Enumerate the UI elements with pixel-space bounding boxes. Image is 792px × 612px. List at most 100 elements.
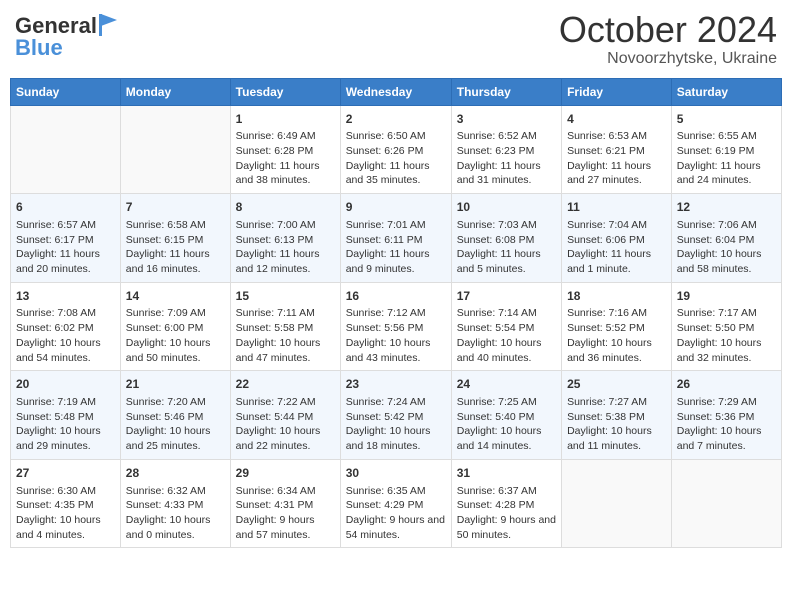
daylight-text: Daylight: 10 hours and 25 minutes. — [126, 424, 225, 453]
sunset-text: Sunset: 6:13 PM — [236, 233, 335, 248]
day-number: 11 — [567, 199, 666, 216]
sunset-text: Sunset: 4:28 PM — [457, 498, 556, 513]
sunrise-text: Sunrise: 7:08 AM — [16, 306, 115, 321]
sunrise-text: Sunrise: 6:53 AM — [567, 129, 666, 144]
day-number: 28 — [126, 465, 225, 482]
day-cell: 18Sunrise: 7:16 AMSunset: 5:52 PMDayligh… — [562, 282, 672, 371]
header-thursday: Thursday — [451, 78, 561, 105]
day-number: 14 — [126, 288, 225, 305]
sunset-text: Sunset: 6:08 PM — [457, 233, 556, 248]
daylight-text: Daylight: 11 hours and 27 minutes. — [567, 159, 666, 188]
day-cell: 13Sunrise: 7:08 AMSunset: 6:02 PMDayligh… — [11, 282, 121, 371]
day-number: 19 — [677, 288, 776, 305]
sunset-text: Sunset: 4:35 PM — [16, 498, 115, 513]
day-cell: 20Sunrise: 7:19 AMSunset: 5:48 PMDayligh… — [11, 371, 121, 460]
day-number: 17 — [457, 288, 556, 305]
day-cell: 4Sunrise: 6:53 AMSunset: 6:21 PMDaylight… — [562, 105, 672, 194]
daylight-text: Daylight: 11 hours and 24 minutes. — [677, 159, 776, 188]
day-number: 5 — [677, 111, 776, 128]
daylight-text: Daylight: 11 hours and 5 minutes. — [457, 247, 556, 276]
sunset-text: Sunset: 5:44 PM — [236, 410, 335, 425]
title-area: October 2024 Novoorzhytske, Ukraine — [559, 10, 777, 68]
daylight-text: Daylight: 10 hours and 14 minutes. — [457, 424, 556, 453]
day-number: 26 — [677, 376, 776, 393]
sunset-text: Sunset: 4:29 PM — [346, 498, 446, 513]
daylight-text: Daylight: 11 hours and 9 minutes. — [346, 247, 446, 276]
week-row-4: 20Sunrise: 7:19 AMSunset: 5:48 PMDayligh… — [11, 371, 782, 460]
sunset-text: Sunset: 5:40 PM — [457, 410, 556, 425]
daylight-text: Daylight: 11 hours and 1 minute. — [567, 247, 666, 276]
daylight-text: Daylight: 9 hours and 50 minutes. — [457, 513, 556, 542]
day-cell: 24Sunrise: 7:25 AMSunset: 5:40 PMDayligh… — [451, 371, 561, 460]
day-cell: 16Sunrise: 7:12 AMSunset: 5:56 PMDayligh… — [340, 282, 451, 371]
sunrise-text: Sunrise: 7:29 AM — [677, 395, 776, 410]
day-cell: 14Sunrise: 7:09 AMSunset: 6:00 PMDayligh… — [120, 282, 230, 371]
day-number: 20 — [16, 376, 115, 393]
sunset-text: Sunset: 5:54 PM — [457, 321, 556, 336]
header-row: SundayMondayTuesdayWednesdayThursdayFrid… — [11, 78, 782, 105]
sunrise-text: Sunrise: 7:20 AM — [126, 395, 225, 410]
sunrise-text: Sunrise: 7:00 AM — [236, 218, 335, 233]
day-cell: 27Sunrise: 6:30 AMSunset: 4:35 PMDayligh… — [11, 459, 121, 548]
day-number: 10 — [457, 199, 556, 216]
day-number: 27 — [16, 465, 115, 482]
sunrise-text: Sunrise: 6:37 AM — [457, 484, 556, 499]
day-cell: 12Sunrise: 7:06 AMSunset: 6:04 PMDayligh… — [671, 194, 781, 283]
day-number: 3 — [457, 111, 556, 128]
sunset-text: Sunset: 5:46 PM — [126, 410, 225, 425]
day-cell: 29Sunrise: 6:34 AMSunset: 4:31 PMDayligh… — [230, 459, 340, 548]
sunset-text: Sunset: 5:50 PM — [677, 321, 776, 336]
sunset-text: Sunset: 4:31 PM — [236, 498, 335, 513]
day-number: 8 — [236, 199, 335, 216]
week-row-1: 1Sunrise: 6:49 AMSunset: 6:28 PMDaylight… — [11, 105, 782, 194]
sunrise-text: Sunrise: 7:27 AM — [567, 395, 666, 410]
sunrise-text: Sunrise: 7:19 AM — [16, 395, 115, 410]
logo: General Blue — [15, 15, 117, 60]
day-cell: 23Sunrise: 7:24 AMSunset: 5:42 PMDayligh… — [340, 371, 451, 460]
sunrise-text: Sunrise: 7:04 AM — [567, 218, 666, 233]
day-cell: 3Sunrise: 6:52 AMSunset: 6:23 PMDaylight… — [451, 105, 561, 194]
header-wednesday: Wednesday — [340, 78, 451, 105]
daylight-text: Daylight: 11 hours and 16 minutes. — [126, 247, 225, 276]
week-row-5: 27Sunrise: 6:30 AMSunset: 4:35 PMDayligh… — [11, 459, 782, 548]
daylight-text: Daylight: 10 hours and 58 minutes. — [677, 247, 776, 276]
sunset-text: Sunset: 5:38 PM — [567, 410, 666, 425]
sunset-text: Sunset: 6:15 PM — [126, 233, 225, 248]
day-number: 4 — [567, 111, 666, 128]
header-monday: Monday — [120, 78, 230, 105]
sunrise-text: Sunrise: 6:57 AM — [16, 218, 115, 233]
sunrise-text: Sunrise: 6:50 AM — [346, 129, 446, 144]
sunrise-text: Sunrise: 7:25 AM — [457, 395, 556, 410]
logo-flag-icon — [99, 14, 117, 36]
day-number: 16 — [346, 288, 446, 305]
sunrise-text: Sunrise: 6:35 AM — [346, 484, 446, 499]
daylight-text: Daylight: 10 hours and 50 minutes. — [126, 336, 225, 365]
daylight-text: Daylight: 11 hours and 12 minutes. — [236, 247, 335, 276]
day-cell: 26Sunrise: 7:29 AMSunset: 5:36 PMDayligh… — [671, 371, 781, 460]
location: Novoorzhytske, Ukraine — [559, 50, 777, 68]
daylight-text: Daylight: 11 hours and 31 minutes. — [457, 159, 556, 188]
sunset-text: Sunset: 6:26 PM — [346, 144, 446, 159]
header-friday: Friday — [562, 78, 672, 105]
sunset-text: Sunset: 5:58 PM — [236, 321, 335, 336]
day-number: 2 — [346, 111, 446, 128]
sunrise-text: Sunrise: 7:16 AM — [567, 306, 666, 321]
sunrise-text: Sunrise: 7:09 AM — [126, 306, 225, 321]
day-cell: 1Sunrise: 6:49 AMSunset: 6:28 PMDaylight… — [230, 105, 340, 194]
logo-text-blue: Blue — [15, 35, 63, 60]
day-cell: 17Sunrise: 7:14 AMSunset: 5:54 PMDayligh… — [451, 282, 561, 371]
day-cell — [120, 105, 230, 194]
header-tuesday: Tuesday — [230, 78, 340, 105]
daylight-text: Daylight: 10 hours and 43 minutes. — [346, 336, 446, 365]
sunset-text: Sunset: 4:33 PM — [126, 498, 225, 513]
sunset-text: Sunset: 5:36 PM — [677, 410, 776, 425]
day-cell: 2Sunrise: 6:50 AMSunset: 6:26 PMDaylight… — [340, 105, 451, 194]
day-number: 25 — [567, 376, 666, 393]
sunset-text: Sunset: 6:02 PM — [16, 321, 115, 336]
day-number: 12 — [677, 199, 776, 216]
day-cell — [11, 105, 121, 194]
daylight-text: Daylight: 11 hours and 20 minutes. — [16, 247, 115, 276]
sunrise-text: Sunrise: 6:49 AM — [236, 129, 335, 144]
daylight-text: Daylight: 10 hours and 36 minutes. — [567, 336, 666, 365]
day-number: 31 — [457, 465, 556, 482]
